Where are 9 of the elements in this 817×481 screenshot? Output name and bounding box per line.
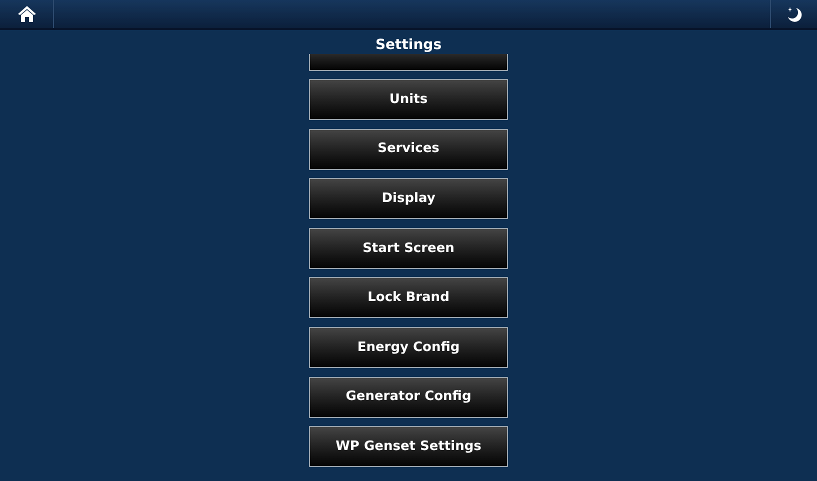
menu-button[interactable]: Display (309, 178, 508, 220)
menu-button[interactable]: WP Genset Settings (309, 426, 508, 468)
menu-button[interactable]: Units (309, 79, 508, 120)
menu-button[interactable]: Lock Brand (309, 277, 508, 318)
menu-button[interactable]: Services (309, 128, 508, 170)
menu-button[interactable]: Energy Config (309, 326, 508, 368)
menu-button[interactable]: Start Screen (309, 228, 508, 269)
menu-button[interactable]: Generator Config (309, 376, 508, 418)
page-title: Settings (375, 36, 442, 54)
